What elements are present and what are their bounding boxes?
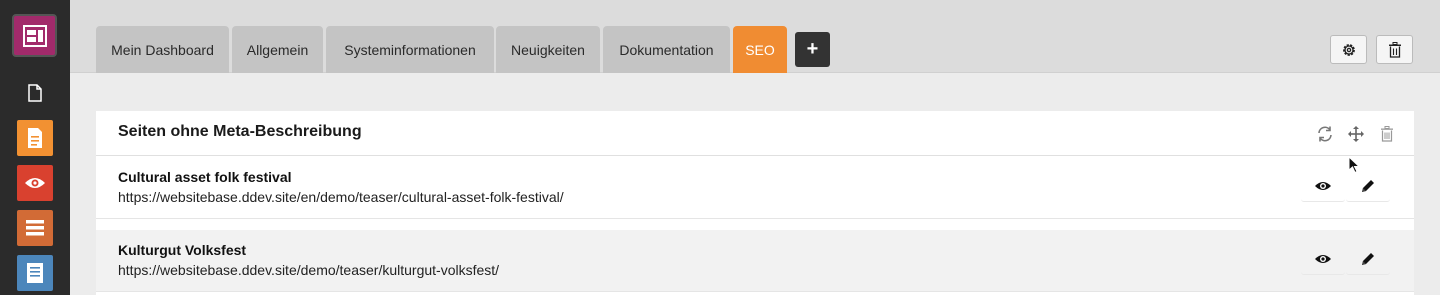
widget-title: Seiten ohne Meta-Beschreibung bbox=[118, 123, 362, 140]
widget-header: Seiten ohne Meta-Beschreibung bbox=[96, 111, 1414, 174]
tab-seo[interactable]: SEO bbox=[733, 26, 787, 73]
widget-refresh-button[interactable] bbox=[1315, 124, 1335, 144]
tab-allgemein[interactable]: Allgemein bbox=[232, 26, 323, 73]
eye-icon bbox=[1315, 254, 1331, 263]
dashboard-logo-icon bbox=[22, 24, 47, 47]
add-tab-button[interactable]: + bbox=[795, 32, 830, 67]
list-module-button[interactable] bbox=[17, 210, 53, 246]
trash-icon bbox=[1388, 41, 1401, 58]
view-page-button[interactable] bbox=[1301, 170, 1345, 202]
list-item: Kulturgut Volksfest https://websitebase.… bbox=[96, 230, 1414, 292]
pencil-icon bbox=[1362, 179, 1374, 192]
tab-systeminformationen[interactable]: Systeminformationen bbox=[326, 26, 494, 73]
trash-icon bbox=[1381, 126, 1393, 142]
list-item: Cultural asset folk festival https://web… bbox=[96, 157, 1414, 219]
edit-page-button[interactable] bbox=[1346, 243, 1390, 275]
module-sidebar bbox=[0, 0, 70, 295]
document-icon bbox=[28, 128, 42, 148]
tab-mein-dashboard[interactable]: Mein Dashboard bbox=[96, 26, 229, 73]
widget-remove-button[interactable] bbox=[1377, 124, 1397, 144]
page-url: https://websitebase.ddev.site/en/demo/te… bbox=[118, 189, 564, 205]
dashboard-delete-button[interactable] bbox=[1376, 35, 1413, 64]
form-icon bbox=[27, 263, 43, 283]
form-module-button[interactable] bbox=[17, 255, 53, 291]
eye-icon bbox=[1315, 181, 1331, 190]
tab-dokumentation[interactable]: Dokumentation bbox=[603, 26, 730, 73]
seo-widget: Seiten ohne Meta-Beschreibung Cultural a… bbox=[96, 111, 1414, 295]
page-module-button[interactable] bbox=[17, 75, 53, 111]
list-icon bbox=[26, 220, 44, 236]
dashboard-settings-button[interactable] bbox=[1330, 35, 1367, 64]
page-title: Cultural asset folk festival bbox=[118, 169, 292, 185]
move-icon bbox=[1348, 126, 1364, 142]
dashboard-tab-bar: Mein Dashboard Allgemein Systeminformati… bbox=[70, 0, 1440, 73]
view-eye-icon bbox=[25, 178, 45, 188]
document-module-button[interactable] bbox=[17, 120, 53, 156]
tab-neuigkeiten[interactable]: Neuigkeiten bbox=[496, 26, 600, 73]
dashboard-module-button[interactable] bbox=[12, 14, 57, 57]
widget-move-button[interactable] bbox=[1346, 124, 1366, 144]
page-title: Kulturgut Volksfest bbox=[118, 242, 247, 258]
gear-icon bbox=[1342, 43, 1355, 56]
pencil-icon bbox=[1362, 252, 1374, 265]
refresh-icon bbox=[1318, 126, 1332, 142]
edit-page-button[interactable] bbox=[1346, 170, 1390, 202]
view-page-button[interactable] bbox=[1301, 243, 1345, 275]
page-icon bbox=[28, 84, 42, 102]
page-url: https://websitebase.ddev.site/demo/tease… bbox=[118, 262, 500, 278]
view-module-button[interactable] bbox=[17, 165, 53, 201]
